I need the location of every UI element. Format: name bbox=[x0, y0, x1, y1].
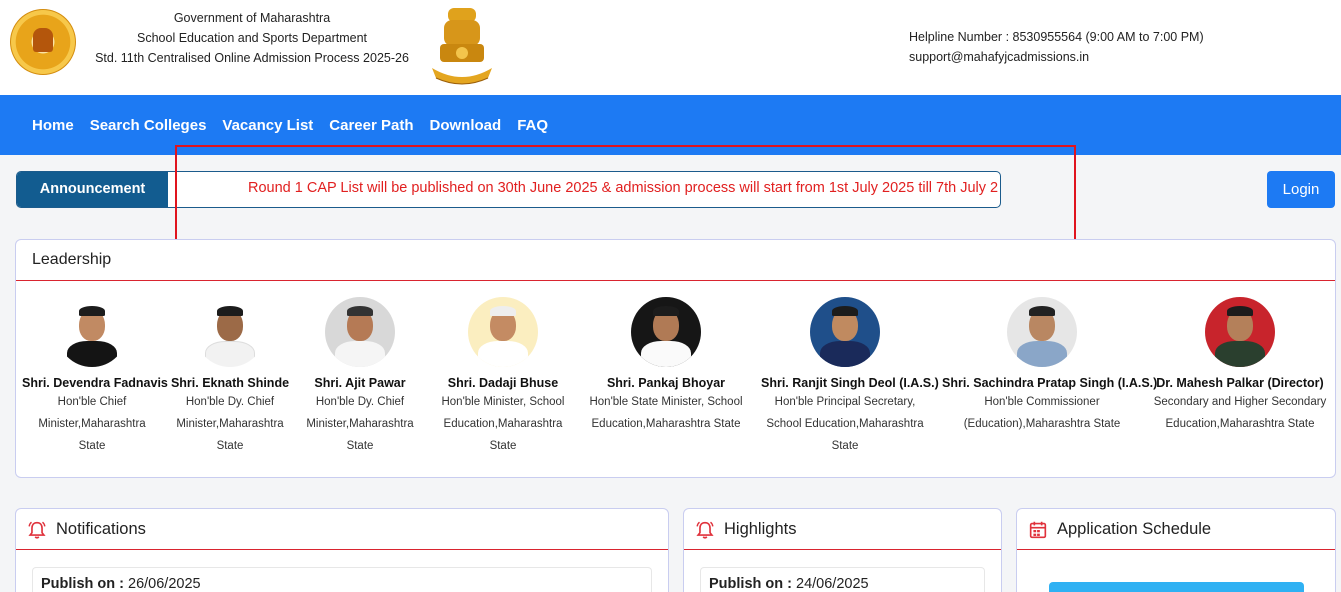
dept-line-government: Government of Maharashtra bbox=[173, 11, 331, 25]
notification-item[interactable]: Publish on : 26/06/2025 bbox=[32, 567, 652, 592]
leader-name: Shri. Eknath Shinde bbox=[170, 376, 290, 390]
leader-role-line: (Education),Maharashtra State bbox=[963, 418, 1121, 430]
leader-name: Dr. Mahesh Palkar (Director) bbox=[1156, 376, 1324, 390]
leader-role: Hon'ble Chief Minister,Maharashtra State bbox=[22, 391, 162, 457]
notifications-title: Notifications bbox=[56, 520, 146, 538]
highlights-title: Highlights bbox=[724, 520, 797, 538]
leader-role-line: Minister,Maharashtra bbox=[38, 418, 146, 430]
leader-photo bbox=[468, 297, 538, 367]
nav-home[interactable]: Home bbox=[24, 117, 82, 134]
leader-card: Shri. Ranjit Singh Deol (I.A.S.) Hon'ble… bbox=[761, 297, 939, 457]
schedule-tab-bar[interactable] bbox=[1049, 582, 1304, 592]
leader-role-line: Education,Maharashtra State bbox=[591, 418, 741, 430]
leader-card: Shri. Ajit Pawar Hon'ble Dy. Chief Minis… bbox=[300, 297, 420, 457]
leader-photo bbox=[325, 297, 395, 367]
leader-role-line: Hon'ble Dy. Chief bbox=[185, 396, 275, 408]
nav-vacancy-list[interactable]: Vacancy List bbox=[214, 117, 321, 134]
leader-role: Hon'ble Principal Secretary, School Educ… bbox=[761, 391, 929, 457]
department-title-block: Government of Maharashtra School Educati… bbox=[86, 8, 418, 68]
notifications-panel: Notifications Publish on : 26/06/2025 bbox=[15, 508, 669, 592]
leader-role: Hon'ble State Minister, School Education… bbox=[586, 391, 746, 435]
publish-date: 24/06/2025 bbox=[796, 576, 869, 592]
dept-line-process: Std. 11th Centralised Online Admission P… bbox=[95, 51, 409, 65]
publish-label: Publish on : bbox=[709, 576, 792, 592]
leader-card: Dr. Mahesh Palkar (Director) Secondary a… bbox=[1151, 297, 1329, 435]
publish-date: 26/06/2025 bbox=[128, 576, 201, 592]
leader-role-line: State bbox=[831, 440, 859, 452]
leader-role: Hon'ble Dy. Chief Minister,Maharashtra S… bbox=[300, 391, 420, 457]
schedule-title: Application Schedule bbox=[1057, 520, 1212, 538]
leader-role-line: Education,Maharashtra State bbox=[1165, 418, 1315, 430]
leader-card: Shri. Devendra Fadnavis Hon'ble Chief Mi… bbox=[22, 297, 168, 457]
schedule-header: Application Schedule bbox=[1017, 509, 1335, 550]
leader-role-line: Hon'ble Dy. Chief bbox=[315, 396, 405, 408]
publish-label: Publish on : bbox=[41, 576, 124, 592]
leader-role-line: Hon'ble State Minister, School bbox=[589, 396, 743, 408]
leader-card: Shri. Dadaji Bhuse Hon'ble Minister, Sch… bbox=[434, 297, 572, 457]
leader-photo bbox=[1205, 297, 1275, 367]
dept-line-department: School Education and Sports Department bbox=[137, 31, 367, 45]
leader-role-line: Secondary and Higher Secondary bbox=[1153, 396, 1327, 408]
leader-role-line: School Education,Maharashtra bbox=[766, 418, 924, 430]
nav-faq[interactable]: FAQ bbox=[509, 117, 556, 134]
site-header: Government of Maharashtra School Educati… bbox=[0, 0, 1341, 95]
leader-photo bbox=[631, 297, 701, 367]
leader-role: Hon'ble Minister, School Education,Mahar… bbox=[434, 391, 572, 457]
leader-role: Secondary and Higher Secondary Education… bbox=[1151, 391, 1329, 435]
leader-name: Shri. Ajit Pawar bbox=[314, 376, 406, 390]
leader-role-line: Minister,Maharashtra bbox=[176, 418, 284, 430]
leader-photo bbox=[195, 297, 265, 367]
highlights-header: Highlights bbox=[684, 509, 1001, 550]
leader-name: Shri. Sachindra Pratap Singh (I.A.S.) bbox=[942, 376, 1158, 390]
leader-card: Shri. Sachindra Pratap Singh (I.A.S.) Ho… bbox=[942, 297, 1158, 435]
leader-role-line: State bbox=[78, 440, 106, 452]
national-emblem-logo bbox=[432, 8, 492, 85]
leader-role-line: State bbox=[489, 440, 517, 452]
helpline-block: Helpline Number : 8530955564 (9:00 AM to… bbox=[909, 27, 1204, 67]
highlight-item[interactable]: Publish on : 24/06/2025 bbox=[700, 567, 985, 592]
leader-photo bbox=[1007, 297, 1077, 367]
bell-alert-icon bbox=[696, 521, 714, 539]
leader-name: Shri. Pankaj Bhoyar bbox=[606, 376, 726, 390]
application-schedule-panel: Application Schedule bbox=[1016, 508, 1336, 592]
leadership-section: Leadership Shri. Devendra Fadnavis Hon'b… bbox=[15, 239, 1336, 478]
notifications-header: Notifications bbox=[16, 509, 668, 550]
login-button[interactable]: Login bbox=[1267, 171, 1335, 208]
leader-card: Shri. Eknath Shinde Hon'ble Dy. Chief Mi… bbox=[167, 297, 293, 457]
leader-role-line: State bbox=[216, 440, 244, 452]
nav-search-colleges[interactable]: Search Colleges bbox=[82, 117, 215, 134]
nav-career-path[interactable]: Career Path bbox=[321, 117, 421, 134]
announcement-label: Announcement bbox=[17, 172, 168, 207]
calendar-icon bbox=[1029, 521, 1047, 539]
helpline-number: Helpline Number : 8530955564 (9:00 AM to… bbox=[909, 30, 1204, 44]
nav-download[interactable]: Download bbox=[422, 117, 510, 134]
leader-photo bbox=[57, 297, 127, 367]
bell-alert-icon bbox=[28, 521, 46, 539]
leader-role-line: Hon'ble Chief bbox=[57, 396, 127, 408]
highlight-annotation-box bbox=[175, 145, 1076, 244]
leader-role: Hon'ble Dy. Chief Minister,Maharashtra S… bbox=[167, 391, 293, 457]
leader-role-line: Education,Maharashtra bbox=[443, 418, 563, 430]
leader-name: Shri. Ranjit Singh Deol (I.A.S.) bbox=[761, 376, 939, 390]
leader-name: Shri. Dadaji Bhuse bbox=[447, 376, 559, 390]
leader-role-line: Hon'ble Principal Secretary, bbox=[774, 396, 916, 408]
leader-role-line: Minister,Maharashtra bbox=[306, 418, 414, 430]
leadership-title: Leadership bbox=[16, 240, 1335, 281]
leader-role-line: Hon'ble Commissioner bbox=[984, 396, 1100, 408]
maharashtra-seal-logo bbox=[10, 9, 76, 75]
highlights-panel: Highlights Publish on : 24/06/2025 bbox=[683, 508, 1002, 592]
leader-role-line: State bbox=[346, 440, 374, 452]
leader-role-line: Hon'ble Minister, School bbox=[441, 396, 565, 408]
leader-card: Shri. Pankaj Bhoyar Hon'ble State Minist… bbox=[586, 297, 746, 435]
leader-role: Hon'ble Commissioner (Education),Maharas… bbox=[942, 391, 1142, 435]
leader-photo bbox=[810, 297, 880, 367]
support-email[interactable]: support@mahafyjcadmissions.in bbox=[909, 47, 1204, 67]
leader-name: Shri. Devendra Fadnavis bbox=[22, 376, 168, 390]
